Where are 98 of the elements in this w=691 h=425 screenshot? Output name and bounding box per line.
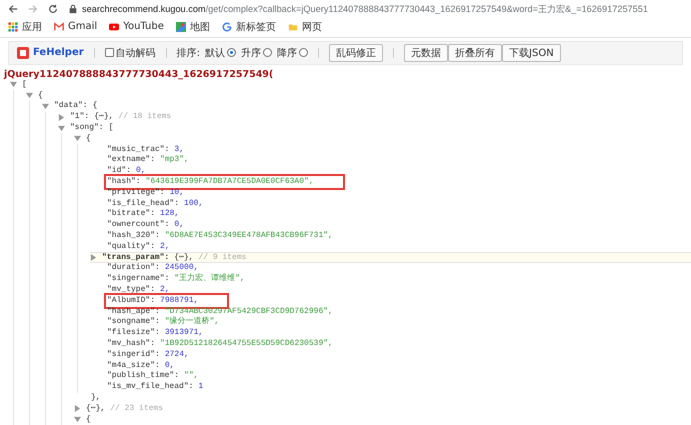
- json-value: 2,: [160, 242, 170, 252]
- expanded-triangle-icon[interactable]: [10, 81, 17, 88]
- map-icon: [176, 22, 186, 32]
- mail-icon: [54, 22, 64, 32]
- auto-decode-checkbox[interactable]: 自动解码: [104, 46, 156, 60]
- json-key: "id":: [107, 166, 132, 176]
- json-value: "643619E399FA7DB7A7CE5DA0E0CF63A0",: [146, 177, 314, 188]
- sort-label: 排序:: [176, 46, 200, 60]
- bracket: },: [91, 393, 101, 403]
- json-key: "hash_320":: [107, 231, 160, 242]
- bracket: {: [86, 134, 91, 144]
- json-value: "D734ABC30297AF5429CBF3CD9D762996",: [164, 306, 333, 316]
- json-value: "",: [184, 371, 198, 382]
- callback-name: jQuery112407888843777730443_1626917257549(: [2, 68, 274, 80]
- item-count-comment: // 23 items: [110, 404, 164, 414]
- g-logo-icon: [222, 22, 232, 32]
- json-value: 7988791,: [160, 296, 198, 306]
- sort-radio[interactable]: 升序: [241, 46, 272, 60]
- collapsed-summary[interactable]: {⋯},: [174, 252, 194, 263]
- item-count-comment: // 9 items: [198, 252, 246, 263]
- json-key: "songname":: [107, 317, 160, 328]
- json-key: "mv_type":: [107, 285, 156, 296]
- fehelper-logo: FeHelper: [17, 46, 84, 58]
- json-key: "m4a_size":: [107, 360, 160, 371]
- expanded-triangle-icon[interactable]: [58, 124, 65, 132]
- bracket: [: [108, 123, 114, 134]
- json-value: "mp3",: [160, 155, 189, 166]
- bookmark-link[interactable]: 网页: [288, 20, 322, 34]
- toolbar-button[interactable]: 元数据: [404, 44, 448, 62]
- folder-icon: [288, 22, 298, 32]
- json-value: "缘分一道桥",: [164, 317, 220, 328]
- expanded-triangle-icon[interactable]: [74, 135, 81, 142]
- json-key: "duration":: [107, 263, 160, 274]
- json-value: 0,: [164, 360, 174, 371]
- json-value: "1B92D5121826454755E55D59CD6230539",: [160, 339, 333, 350]
- bookmark-link[interactable]: 应用: [8, 20, 42, 34]
- json-key: "singername":: [107, 274, 170, 284]
- bracket: {: [92, 101, 98, 112]
- json-key: "filesize":: [107, 328, 160, 338]
- bracket: {: [86, 414, 91, 425]
- toolbar-button[interactable]: 下载JSON: [502, 44, 561, 62]
- play-icon: [109, 22, 120, 32]
- lock-icon: [68, 4, 78, 14]
- json-value: 10,: [170, 188, 184, 198]
- json-key: "trans_param":: [102, 252, 170, 263]
- fehelper-logo-icon: [17, 46, 29, 58]
- item-count-comment: // 18 items: [118, 112, 172, 122]
- json-key: "publish_time":: [107, 371, 180, 382]
- json-key: "bitrate":: [107, 209, 156, 220]
- reload-icon[interactable]: [48, 4, 58, 14]
- json-value: 1: [198, 382, 204, 392]
- json-value: 3913971,: [164, 328, 204, 338]
- json-key: "hash":: [107, 177, 141, 188]
- apps-grid-icon: [8, 22, 18, 32]
- bookmark-link[interactable]: 地图: [176, 20, 210, 34]
- toolbar-button[interactable]: 折叠所有: [448, 44, 502, 62]
- json-key: "mv_hash":: [107, 339, 156, 350]
- json-value: "6D8AE7E453C349EE478AFB43CB96F731",: [164, 231, 333, 242]
- json-value: "王力宏、谭维维",: [174, 274, 245, 284]
- json-key: "AlbumID":: [107, 296, 156, 306]
- bookmark-link[interactable]: Gmail: [54, 21, 98, 32]
- json-key: "is_file_head":: [107, 198, 180, 209]
- json-value: 0,: [174, 220, 184, 230]
- collapsed-summary[interactable]: {⋯},: [94, 112, 114, 122]
- json-key: "song":: [70, 123, 104, 134]
- json-key: "music_trac":: [107, 144, 170, 155]
- json-key: "data":: [54, 101, 88, 112]
- bracket: {: [38, 90, 43, 101]
- bookmark-link[interactable]: YouTube: [109, 21, 164, 32]
- json-key: "singerid":: [107, 350, 160, 360]
- json-key: "is_mv_file_head":: [107, 382, 194, 392]
- json-value: 128,: [160, 209, 180, 220]
- fix-encoding-button[interactable]: 乱码修正: [329, 44, 384, 62]
- bookmark-link[interactable]: 新标签页: [222, 20, 276, 34]
- sort-radio[interactable]: 默认: [205, 46, 236, 60]
- json-value: 100,: [184, 198, 204, 209]
- back-arrow-icon[interactable]: [8, 4, 18, 14]
- json-value: 245000,: [164, 263, 198, 273]
- json-value: 0,: [136, 166, 146, 176]
- collapsed-triangle-icon[interactable]: [90, 254, 97, 262]
- collapsed-triangle-icon[interactable]: [58, 114, 65, 121]
- expanded-triangle-icon[interactable]: [74, 416, 81, 424]
- json-key: "quality":: [107, 242, 156, 252]
- json-key: "extname":: [107, 155, 156, 166]
- json-value: 2724,: [164, 350, 189, 360]
- json-key: "1":: [70, 112, 90, 122]
- expanded-triangle-icon[interactable]: [26, 92, 33, 100]
- json-value: 3,: [174, 144, 184, 155]
- collapsed-triangle-icon[interactable]: [74, 405, 81, 412]
- sort-radio[interactable]: 降序: [277, 46, 308, 60]
- collapsed-summary[interactable]: {⋯},: [86, 404, 106, 414]
- json-key: "ownercount":: [107, 220, 170, 230]
- json-key: "privilege":: [107, 188, 165, 198]
- bracket: [: [22, 80, 27, 90]
- forward-arrow-icon[interactable]: [28, 4, 38, 14]
- json-value: 2,: [160, 285, 170, 296]
- json-key: "hash_ape":: [107, 306, 160, 317]
- expanded-triangle-icon[interactable]: [42, 102, 49, 110]
